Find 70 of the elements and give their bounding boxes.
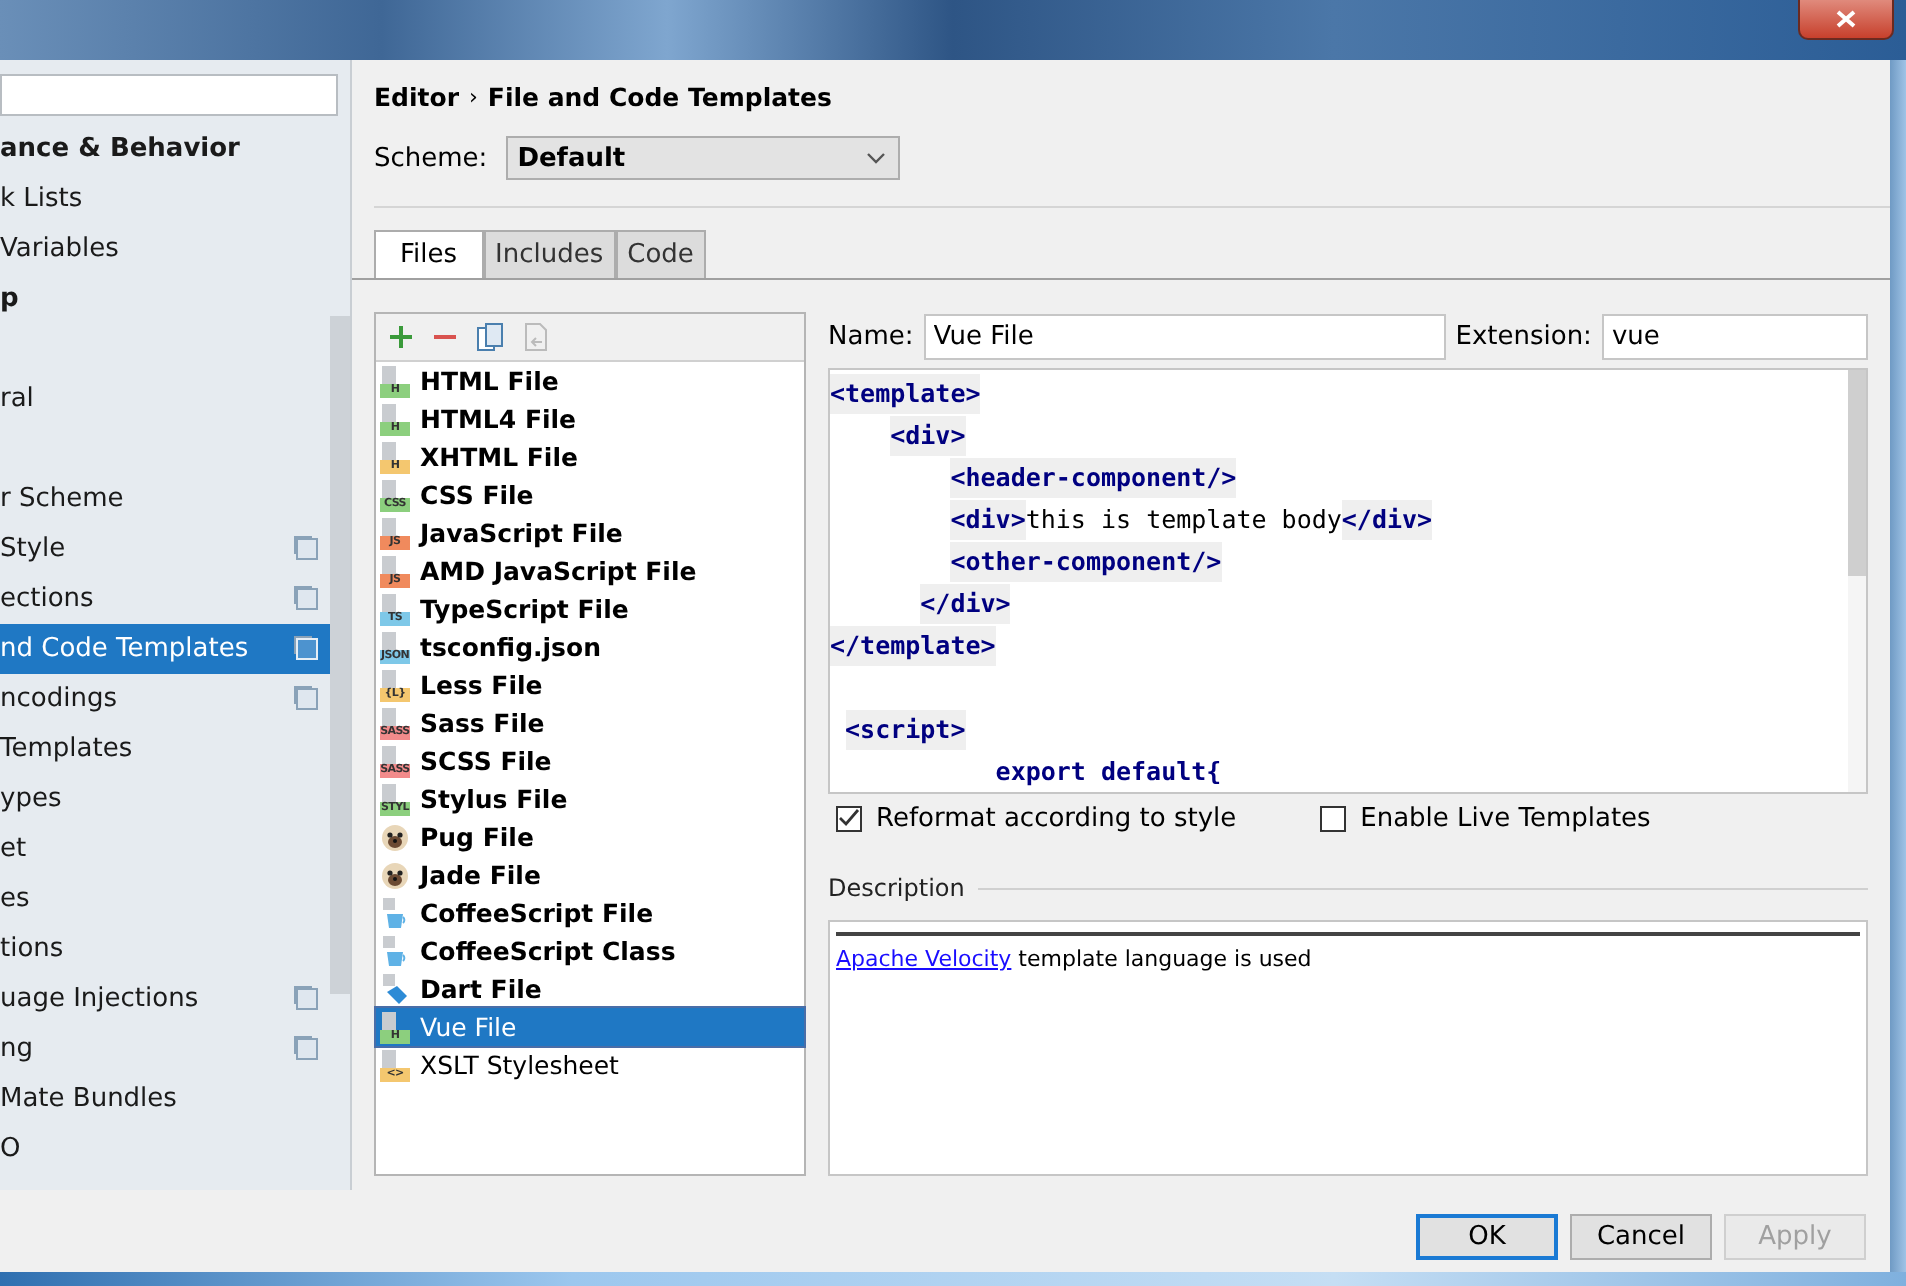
code-tag: </div> (1341, 499, 1433, 539)
code-tag: </template> (830, 625, 996, 665)
cup-file-icon (380, 935, 410, 967)
copy-icon[interactable] (476, 322, 504, 352)
close-button[interactable] (1798, 0, 1894, 40)
code-tag: <div> (890, 415, 966, 455)
sidebar-item[interactable]: et (0, 824, 330, 874)
sidebar-item[interactable]: Variables (0, 224, 330, 274)
code-tag: <header-component/> (950, 457, 1237, 497)
code-tag: <script> (845, 709, 966, 749)
code-tag: <other-component/> (950, 541, 1222, 581)
dart-file-icon (380, 973, 410, 1005)
caret-icon (865, 152, 886, 164)
code-editor[interactable]: <template> <div> <header-component/> <div>this is template body</div> <other-component/> </div> </template> <script> export default{ (828, 368, 1868, 794)
template-item[interactable]: CoffeeScript File (376, 894, 804, 932)
velocity-link[interactable]: Apache Velocity (836, 946, 1012, 972)
code-text: this is template body (1025, 504, 1342, 534)
scheme-dropdown[interactable]: Default (505, 136, 900, 180)
sidebar-item[interactable]: Mate Bundles (0, 1074, 330, 1124)
code-tag: <template> (830, 373, 981, 413)
search-field[interactable] (0, 74, 338, 116)
sidebar-item[interactable]: Style (0, 524, 330, 574)
tab[interactable]: Code (615, 230, 706, 278)
name-field[interactable]: Vue File (923, 313, 1446, 359)
dog-face-icon (380, 861, 410, 889)
sidebar-item[interactable]: ypes (0, 774, 330, 824)
tab[interactable]: Files (374, 230, 484, 278)
tab[interactable]: Includes (483, 230, 616, 278)
breadcrumb-current: File and Code Templates (487, 81, 832, 111)
scrollbar-thumb[interactable] (1848, 370, 1866, 576)
sidebar-item[interactable]: r Scheme (0, 474, 330, 524)
template-item[interactable]: Dart File (376, 970, 804, 1008)
sidebar-item[interactable]: nd Code Templates (0, 624, 330, 674)
template-item[interactable]: CoffeeScript Class (376, 932, 804, 970)
scheme-label: Scheme: (374, 143, 488, 173)
checkbox-label: Enable Live Templates (1360, 803, 1651, 833)
sidebar-item[interactable]: O (0, 1124, 330, 1174)
scrollbar-thumb[interactable] (330, 316, 350, 994)
checkbox[interactable] (836, 805, 862, 831)
sidebar-item[interactable]: tions (0, 924, 330, 974)
extension-field[interactable]: vue (1601, 313, 1868, 359)
description-label: Description (828, 874, 965, 902)
close-icon (1836, 10, 1856, 28)
sidebar-item[interactable]: Templates (0, 724, 330, 774)
breadcrumb-parent: Editor (374, 81, 459, 111)
sidebar-item[interactable]: ng (0, 1024, 330, 1074)
cup-file-icon (380, 897, 410, 929)
sidebar-item[interactable]: ncodings (0, 674, 330, 724)
dialog-button[interactable]: Cancel (1570, 1214, 1712, 1260)
name-label: Name: (828, 321, 914, 351)
template-item[interactable]: Pug File (376, 818, 804, 856)
sidebar-item[interactable]: ral (0, 374, 330, 424)
code-tag: <div> (950, 499, 1026, 539)
sidebar-item[interactable]: uage Injections (0, 974, 330, 1024)
extension-label: Extension: (1455, 321, 1592, 351)
dog-face-icon (380, 823, 410, 851)
template-item[interactable]: Jade File (376, 856, 804, 894)
code-text: export default{ (995, 756, 1222, 786)
description-text: Apache Velocity template language is used (836, 946, 1314, 972)
breadcrumb-separator: › (469, 83, 478, 109)
sidebar-item[interactable]: ections (0, 574, 330, 624)
sidebar-item[interactable]: ance & Behavior (0, 124, 330, 174)
sidebar-item[interactable]: p (0, 274, 330, 324)
add-icon[interactable] (388, 324, 414, 350)
checkbox-label: Reformat according to style (876, 803, 1237, 833)
dialog-button[interactable]: OK (1416, 1214, 1558, 1260)
checkbox[interactable] (1320, 805, 1347, 831)
code-tag: </div> (920, 583, 1011, 623)
sidebar-item[interactable]: es (0, 874, 330, 924)
sidebar-item[interactable]: k Lists (0, 174, 330, 224)
